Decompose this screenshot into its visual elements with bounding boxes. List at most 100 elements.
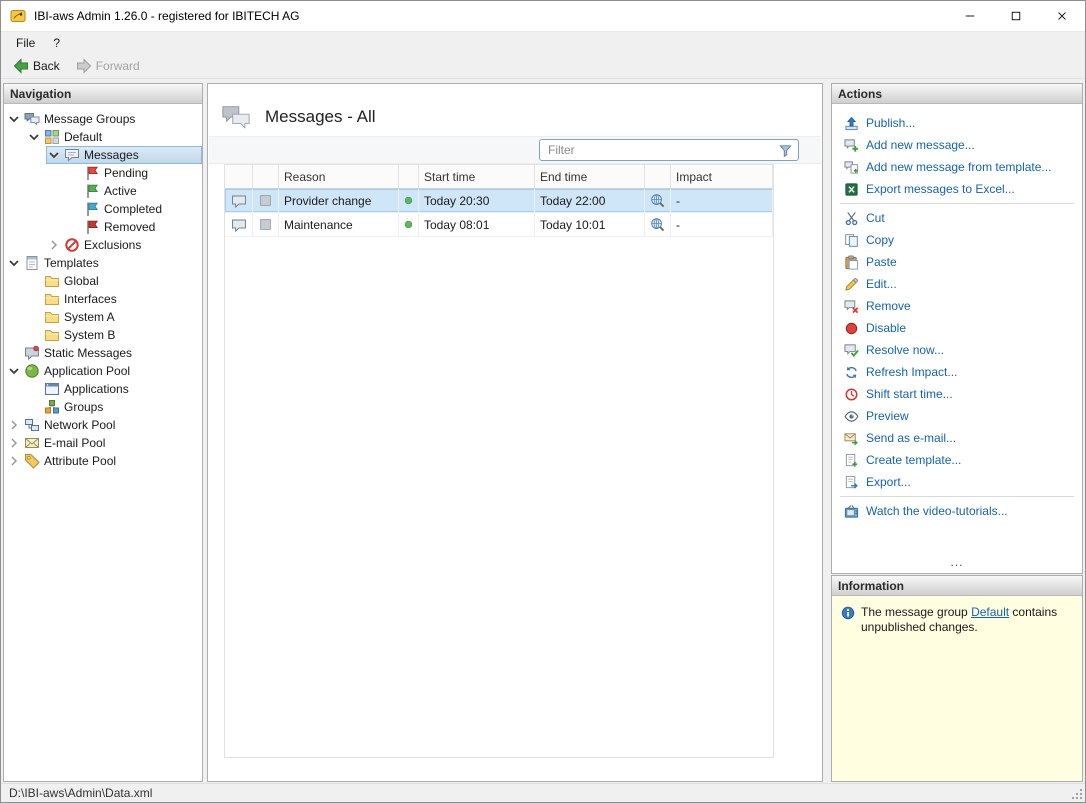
tree-item-attribute-pool[interactable]: Attribute Pool <box>4 452 202 470</box>
tree-item-active[interactable]: Active <box>4 182 202 200</box>
tree-item-pending[interactable]: Pending <box>4 164 202 182</box>
close-button[interactable] <box>1039 1 1085 31</box>
cell-reason: Provider change <box>279 189 399 212</box>
table-body: Provider changeToday 20:30Today 22:00-Ma… <box>225 189 773 237</box>
cell-icon <box>399 189 419 212</box>
column-header-start-time[interactable]: Start time <box>419 165 535 188</box>
tree-item-application-pool[interactable]: Application Pool <box>4 362 202 380</box>
column-header-label: Reason <box>284 170 325 184</box>
action-label: Cut <box>866 211 885 225</box>
action-paste[interactable]: Paste <box>832 251 1082 273</box>
chevron-right-icon[interactable] <box>46 237 62 253</box>
impact-globe-icon <box>650 193 665 208</box>
tree-item-exclusions[interactable]: Exclusions <box>4 236 202 254</box>
chevron-down-icon[interactable] <box>6 111 22 127</box>
chevron-right-icon[interactable] <box>6 417 22 433</box>
chevron-down-icon[interactable] <box>26 129 42 145</box>
tree-item-groups[interactable]: Groups <box>4 398 202 416</box>
preview-icon <box>844 409 859 424</box>
tree-item-label: Static Messages <box>44 346 138 360</box>
actions-body: Publish...Add new message...Add new mess… <box>832 104 1082 573</box>
action-add-new-message[interactable]: Add new message... <box>832 134 1082 156</box>
actions-separator <box>840 203 1074 204</box>
column-header-end-time[interactable]: End time <box>535 165 645 188</box>
resize-grip[interactable] <box>1070 787 1082 799</box>
messages-all-icon <box>221 102 251 132</box>
menu-item-file[interactable]: File <box>7 33 44 53</box>
page-title: Messages - All <box>265 107 376 127</box>
action-label: Send as e-mail... <box>866 431 956 445</box>
column-header[interactable] <box>645 165 671 188</box>
action-watch-the-video-tutorials[interactable]: Watch the video-tutorials... <box>832 500 1082 522</box>
column-header-impact[interactable]: Impact <box>671 165 773 188</box>
actions-overflow[interactable]: ... <box>832 555 1082 569</box>
tree-item-messages[interactable]: Messages <box>4 146 202 164</box>
action-add-new-message-from-template[interactable]: Add new message from template... <box>832 156 1082 178</box>
table-row[interactable]: MaintenanceToday 08:01Today 10:01- <box>225 213 773 237</box>
filter-icon[interactable] <box>778 143 793 158</box>
action-shift-start-time[interactable]: Shift start time... <box>832 383 1082 405</box>
toolbar-forward-button[interactable]: Forward <box>69 56 147 76</box>
tree-item-label: Removed <box>104 220 161 234</box>
chevron-spacer <box>66 219 82 235</box>
action-remove[interactable]: Remove <box>832 295 1082 317</box>
action-export-messages-to-excel[interactable]: Export messages to Excel... <box>832 178 1082 200</box>
back-icon <box>13 58 29 74</box>
tree-item-completed[interactable]: Completed <box>4 200 202 218</box>
tree-item-label: Network Pool <box>44 418 121 432</box>
tree-item-interfaces[interactable]: Interfaces <box>4 290 202 308</box>
tree-item-system-b[interactable]: System B <box>4 326 202 344</box>
action-publish[interactable]: Publish... <box>832 112 1082 134</box>
tree-item-label: Exclusions <box>84 238 147 252</box>
action-edit[interactable]: Edit... <box>832 273 1082 295</box>
flag-removed-icon <box>84 219 100 235</box>
table-row[interactable]: Provider changeToday 20:30Today 22:00- <box>225 189 773 213</box>
menu-item-help[interactable]: ? <box>44 33 69 53</box>
column-header[interactable] <box>399 165 419 188</box>
folder-icon <box>44 291 60 307</box>
tree-item-static-messages[interactable]: Static Messages <box>4 344 202 362</box>
tree-item-applications[interactable]: Applications <box>4 380 202 398</box>
tree-item-global[interactable]: Global <box>4 272 202 290</box>
tree-item-removed[interactable]: Removed <box>4 218 202 236</box>
cut-icon <box>844 211 859 226</box>
action-label: Disable <box>866 321 906 335</box>
toolbar: BackForward <box>1 54 1085 79</box>
tree-item-network-pool[interactable]: Network Pool <box>4 416 202 434</box>
action-export[interactable]: Export... <box>832 471 1082 493</box>
cell-impact: - <box>671 189 773 212</box>
tree-item-inner: System A <box>26 308 202 326</box>
tree-item-templates[interactable]: Templates <box>4 254 202 272</box>
tree-item-message-groups[interactable]: Message Groups <box>4 110 202 128</box>
action-label: Remove <box>866 299 911 313</box>
chevron-right-icon[interactable] <box>6 435 22 451</box>
minimize-button[interactable] <box>947 1 993 31</box>
action-refresh-impact[interactable]: Refresh Impact... <box>832 361 1082 383</box>
chevron-down-icon[interactable] <box>6 363 22 379</box>
action-copy[interactable]: Copy <box>832 229 1082 251</box>
minimize-icon <box>965 11 975 21</box>
column-header[interactable] <box>253 165 279 188</box>
column-header[interactable] <box>225 165 253 188</box>
filter-input[interactable] <box>548 143 774 157</box>
action-send-as-e-mail[interactable]: Send as e-mail... <box>832 427 1082 449</box>
action-create-template[interactable]: Create template... <box>832 449 1082 471</box>
action-disable[interactable]: Disable <box>832 317 1082 339</box>
toolbar-back-button[interactable]: Back <box>6 56 67 76</box>
column-header-label: End time <box>540 170 587 184</box>
action-label: Export... <box>866 475 911 489</box>
action-resolve-now[interactable]: Resolve now... <box>832 339 1082 361</box>
action-cut[interactable]: Cut <box>832 207 1082 229</box>
paste-icon <box>844 255 859 270</box>
chevron-right-icon[interactable] <box>6 453 22 469</box>
default-group-link[interactable]: Default <box>971 605 1009 619</box>
action-preview[interactable]: Preview <box>832 405 1082 427</box>
column-header-reason[interactable]: Reason <box>279 165 399 188</box>
maximize-button[interactable] <box>993 1 1039 31</box>
tree-item-default[interactable]: Default <box>4 128 202 146</box>
chevron-down-icon[interactable] <box>6 255 22 271</box>
tree-item-system-a[interactable]: System A <box>4 308 202 326</box>
chevron-down-icon[interactable] <box>46 147 62 163</box>
tree-item-e-mail-pool[interactable]: E-mail Pool <box>4 434 202 452</box>
exclusions-icon <box>64 237 80 253</box>
